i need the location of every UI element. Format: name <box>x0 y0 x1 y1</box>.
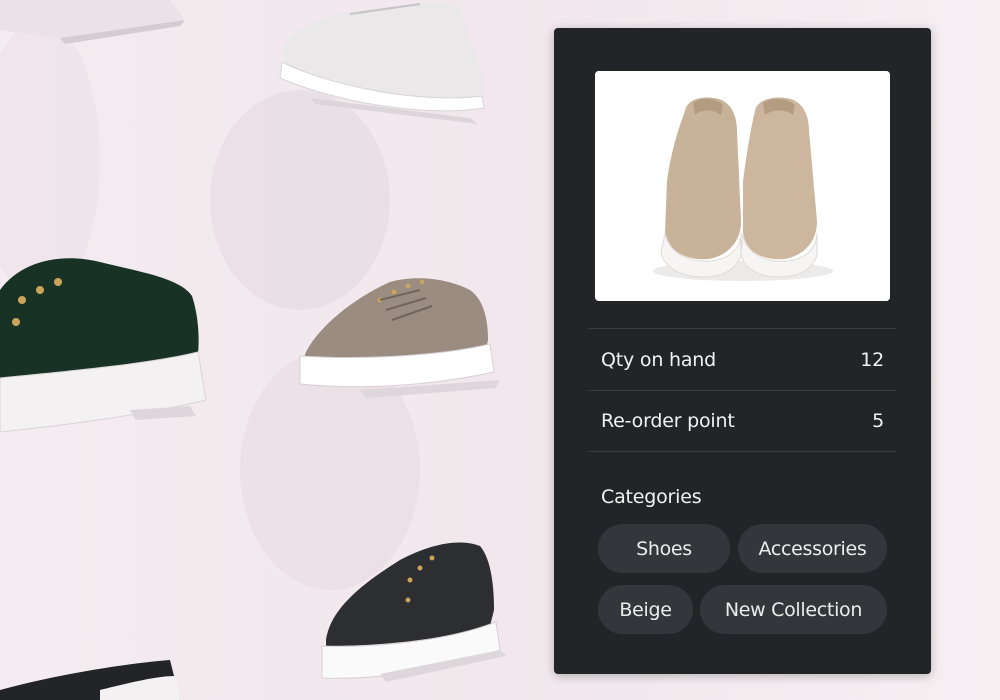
qty-on-hand-row: Qty on hand 12 <box>588 328 897 390</box>
category-chip-beige[interactable]: Beige <box>598 585 693 634</box>
product-image <box>595 71 890 301</box>
reorder-point-value: 5 <box>872 410 884 432</box>
qty-on-hand-label: Qty on hand <box>601 348 716 371</box>
qty-on-hand-value: 12 <box>860 348 884 371</box>
reorder-point-label: Re-order point <box>601 410 735 432</box>
category-chip-shoes[interactable]: Shoes <box>598 524 730 573</box>
categories-title: Categories <box>601 486 702 508</box>
category-chip-new-collection[interactable]: New Collection <box>700 585 887 634</box>
product-card: Qty on hand 12 Re-order point 5 Categori… <box>554 28 931 674</box>
category-chip-accessories[interactable]: Accessories <box>738 524 887 573</box>
reorder-point-row: Re-order point 5 <box>588 390 897 452</box>
beige-slip-on-shoe-photo <box>595 71 890 301</box>
